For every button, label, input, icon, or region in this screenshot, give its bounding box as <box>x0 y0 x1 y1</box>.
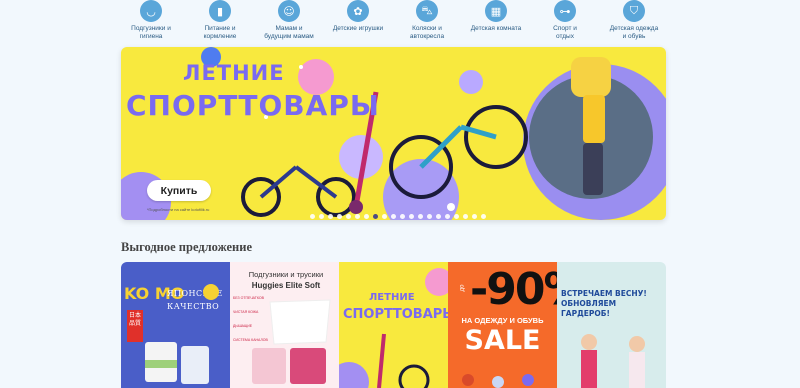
diaper-icon: ◡ <box>140 0 162 22</box>
category-item[interactable]: ⛍ Коляски и автокресла <box>396 0 458 44</box>
category-label: Питание и кормление <box>203 25 237 40</box>
category-item[interactable]: ☺ Мамам и будущим мамам <box>258 0 320 44</box>
carousel-dot[interactable] <box>355 214 360 219</box>
category-item[interactable]: ✿ Детские игрушки <box>327 0 389 44</box>
crib-icon: ▦ <box>485 0 507 22</box>
carousel-dot[interactable] <box>328 214 333 219</box>
carousel-dot[interactable] <box>463 214 468 219</box>
carousel-dot[interactable] <box>418 214 423 219</box>
category-label: Детская комната <box>470 25 522 32</box>
carousel-dot[interactable] <box>319 214 324 219</box>
carousel-dot[interactable] <box>364 214 369 219</box>
hero-title-line2: СПОРТТОВАРЫ <box>126 89 380 122</box>
offer-card-spring[interactable]: ВСТРЕЧАЕМ ВЕСНУ! ОБНОВЛЯЕМ ГАРДЕРОБ! <box>557 262 666 388</box>
toy-bear-icon: ✿ <box>347 0 369 22</box>
offer-card-huggies[interactable]: Подгузники и трусики Huggies Elite Soft … <box>230 262 339 388</box>
carousel-dot[interactable] <box>346 214 351 219</box>
carousel-dot[interactable] <box>400 214 405 219</box>
hero-title-line1: ЛЕТНИЕ <box>183 61 285 85</box>
category-label: Подгузники и гигиена <box>131 25 171 40</box>
carousel-dot[interactable] <box>391 214 396 219</box>
carousel-dot[interactable] <box>481 214 486 219</box>
hero-footnote: *Подробности на сайте kotofilik.ru <box>147 207 210 212</box>
category-item[interactable]: ⛉ Детская одежда и обувь <box>603 0 665 44</box>
carousel-dot[interactable] <box>409 214 414 219</box>
huggies-product-image <box>252 299 331 384</box>
buy-button[interactable]: Купить <box>147 180 211 201</box>
sport-card-line2: СПОРТТОВАРЫ <box>343 307 448 322</box>
category-label: Детская одежда и обувь <box>609 25 659 40</box>
bottle-icon: ▮ <box>209 0 231 22</box>
category-label: Коляски и автокресла <box>409 25 445 40</box>
offer-card-sale[interactable]: до -90% НА ОДЕЖДУ И ОБУВЬ SALE <box>448 262 557 388</box>
carousel-dot[interactable] <box>445 214 450 219</box>
category-item[interactable]: ▮ Питание и кормление <box>189 0 251 44</box>
offer-card-komo[interactable]: KO MO ЯПОНСКОЕ КАЧЕСТВО 日本品質 <box>121 262 230 388</box>
carousel-dot[interactable] <box>436 214 441 219</box>
tshirt-icon: ⛉ <box>623 0 645 22</box>
category-label: Детские игрушки <box>332 25 384 32</box>
carousel-dot[interactable] <box>454 214 459 219</box>
stroller-icon: ⛍ <box>416 0 438 22</box>
spring-kids-image <box>581 334 645 388</box>
carousel-dot[interactable] <box>310 214 315 219</box>
offers-row: KO MO ЯПОНСКОЕ КАЧЕСТВО 日本品質 Подгузники … <box>121 262 666 388</box>
offer-card-sport[interactable]: ЛЕТНИЕ СПОРТТОВАРЫ <box>339 262 448 388</box>
category-item[interactable]: ⊶ Спорт и отдых <box>534 0 596 44</box>
sport-card-line1: ЛЕТНИЕ <box>369 292 415 303</box>
carousel-dot[interactable] <box>373 214 378 219</box>
sport-card-image <box>339 268 448 388</box>
mom-icon: ☺ <box>278 0 300 22</box>
dumbbell-icon: ⊶ <box>554 0 576 22</box>
carousel-dot[interactable] <box>427 214 432 219</box>
hero-banner[interactable]: ЛЕТНИЕ СПОРТТОВАРЫ Купить *Подробности н… <box>121 47 666 220</box>
komo-product-image <box>145 284 219 384</box>
carousel-dot[interactable] <box>472 214 477 219</box>
category-item[interactable]: ◡ Подгузники и гигиена <box>120 0 182 44</box>
carousel-dot[interactable] <box>337 214 342 219</box>
category-item[interactable]: ▦ Детская комната <box>465 0 527 44</box>
category-label: Спорт и отдых <box>553 25 577 40</box>
carousel-dot[interactable] <box>382 214 387 219</box>
section-title: Выгодное предложение <box>121 240 253 254</box>
carousel-dots <box>310 214 486 219</box>
sale-dots-decoration <box>462 374 534 388</box>
category-label: Мамам и будущим мамам <box>264 25 314 40</box>
category-nav: ◡ Подгузники и гигиена ▮ Питание и кормлени… <box>120 0 665 44</box>
